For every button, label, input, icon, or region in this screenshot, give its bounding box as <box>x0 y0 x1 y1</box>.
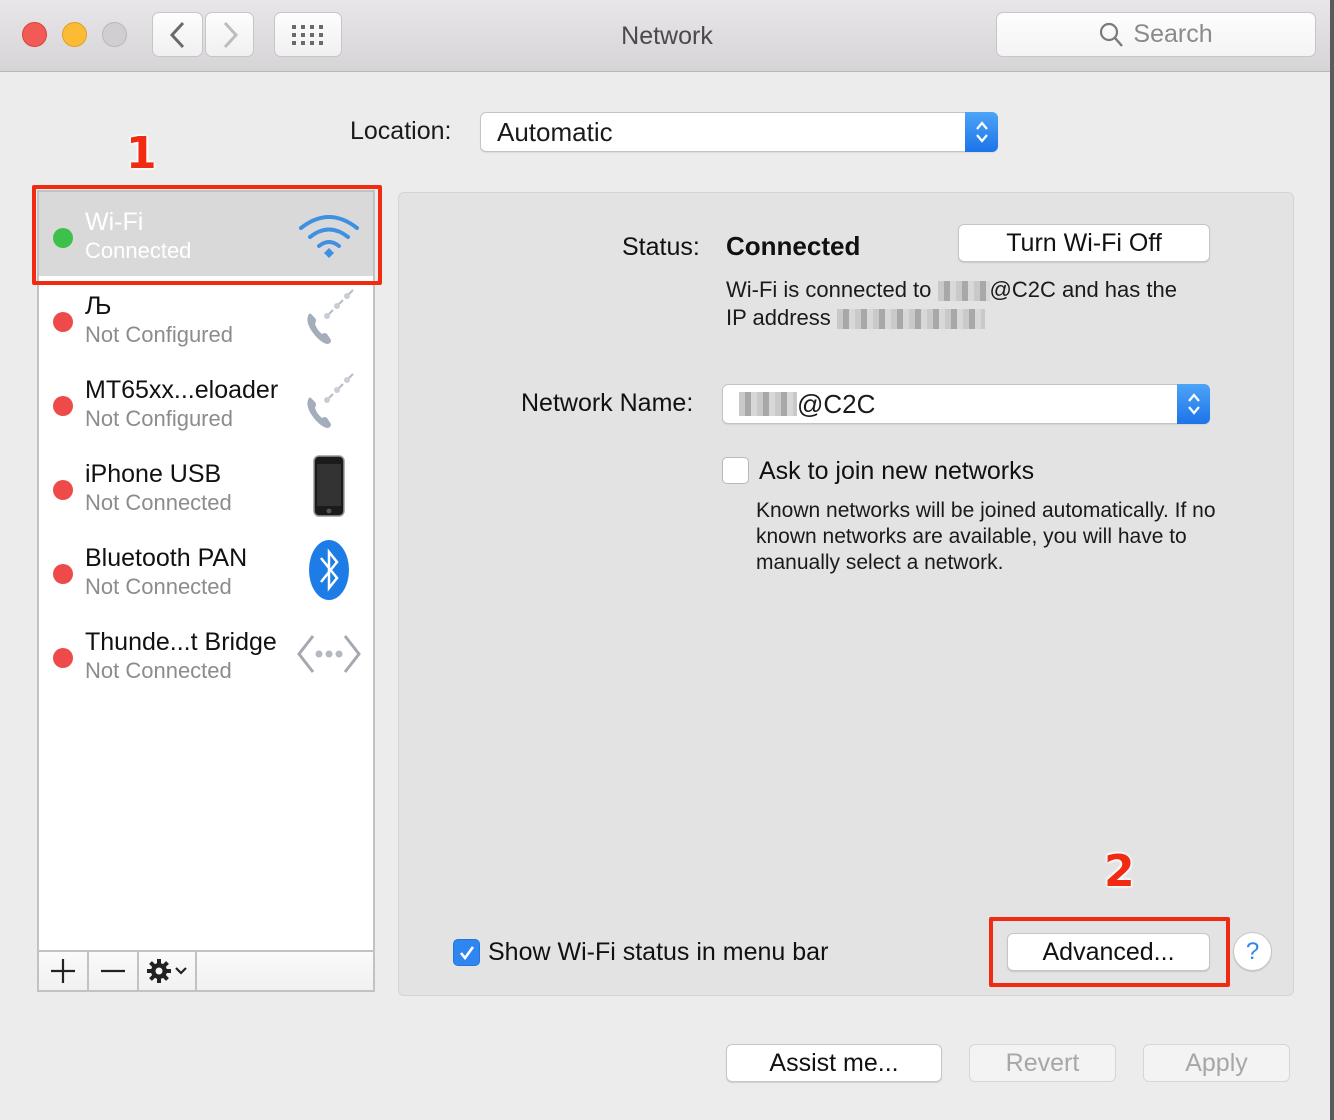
plus-icon <box>51 959 75 983</box>
status-label: Status: <box>622 233 700 261</box>
service-name: Љ <box>85 292 112 320</box>
search-placeholder: Search <box>1133 20 1213 48</box>
location-stepper[interactable] <box>965 112 998 152</box>
assist-me-button[interactable]: Assist me... <box>726 1044 942 1082</box>
status-value: Connected <box>726 231 861 261</box>
window-edge <box>1330 0 1334 1120</box>
search-icon <box>1100 22 1124 47</box>
network-name-popup[interactable]: @C2C <box>722 384 1210 424</box>
location-value: Automatic <box>497 116 613 147</box>
network-name-stepper[interactable] <box>1177 384 1210 424</box>
help-button[interactable]: ? <box>1233 932 1272 971</box>
desc-network-suffix: @C2C and has the <box>989 277 1177 302</box>
service-item[interactable]: Љ Not Configured <box>39 276 373 360</box>
revert-button[interactable]: Revert <box>969 1044 1116 1082</box>
service-name: Thunde...t Bridge <box>85 628 277 656</box>
annotation-box-2 <box>989 917 1230 987</box>
service-state: Not Configured <box>85 406 233 431</box>
location-label: Location: <box>350 117 452 145</box>
service-item[interactable]: iPhone USB Not Connected <box>39 444 373 528</box>
minus-icon <box>101 969 125 973</box>
remove-service-button[interactable] <box>89 952 139 990</box>
status-dot <box>53 396 73 416</box>
status-dot <box>53 648 73 668</box>
bluetooth-icon <box>309 540 349 600</box>
status-dot <box>53 564 73 584</box>
service-list-toolbar <box>37 950 375 992</box>
status-dot <box>53 480 73 500</box>
service-name: MT65xx...eloader <box>85 376 279 404</box>
checkmark-icon <box>459 945 474 960</box>
service-item[interactable]: Thunde...t Bridge Not Connected <box>39 612 373 696</box>
show-wifi-status-checkbox[interactable] <box>453 939 480 966</box>
redacted-network-name <box>937 281 990 302</box>
service-state: Not Configured <box>85 322 233 347</box>
ask-to-join-checkbox[interactable] <box>722 457 749 484</box>
location-popup[interactable]: Automatic <box>480 112 998 152</box>
annotation-box-1 <box>32 185 382 285</box>
show-wifi-status-label[interactable]: Show Wi-Fi status in menu bar <box>488 938 828 967</box>
service-state: Not Connected <box>85 574 232 599</box>
network-name-label: Network Name: <box>521 389 694 417</box>
add-service-button[interactable] <box>39 952 89 990</box>
service-state: Not Connected <box>85 490 232 515</box>
network-name-value: @C2C <box>797 388 876 419</box>
service-list: Wi-Fi Connected Љ Not Configured MT65xx.… <box>37 190 375 950</box>
desc-prefix: Wi-Fi is connected to <box>726 277 932 302</box>
annotation-number-1: 1 <box>126 128 157 179</box>
desc-ip-prefix: IP address <box>726 305 831 330</box>
redacted-network-name <box>739 392 797 416</box>
modem-phone-icon <box>307 373 354 428</box>
annotation-number-2: 2 <box>1104 846 1135 897</box>
title-bar: Network Search <box>0 0 1334 72</box>
iphone-icon <box>313 455 345 517</box>
redacted-ip-address <box>836 309 985 330</box>
updown-chevron-icon <box>1187 393 1200 415</box>
turn-wifi-off-button[interactable]: Turn Wi-Fi Off <box>958 224 1210 262</box>
service-actions-button[interactable] <box>139 952 197 990</box>
apply-button[interactable]: Apply <box>1143 1044 1290 1082</box>
updown-chevron-icon <box>975 121 988 143</box>
search-input[interactable]: Search <box>996 12 1316 57</box>
status-description: Wi-Fi is connected to @C2C and has the I… <box>726 276 1216 332</box>
bridge-icon <box>297 635 361 673</box>
service-state: Not Connected <box>85 658 232 683</box>
service-name: iPhone USB <box>85 460 222 488</box>
ask-to-join-label[interactable]: Ask to join new networks <box>759 457 1034 486</box>
modem-phone-icon <box>307 289 354 344</box>
ask-to-join-description: Known networks will be joined automatica… <box>756 499 1216 574</box>
service-name: Bluetooth PAN <box>85 544 248 572</box>
status-dot <box>53 312 73 332</box>
gear-icon <box>147 959 171 983</box>
service-item[interactable]: Bluetooth PAN Not Connected <box>39 528 373 612</box>
service-item[interactable]: MT65xx...eloader Not Configured <box>39 360 373 444</box>
chevron-down-icon <box>175 967 187 975</box>
